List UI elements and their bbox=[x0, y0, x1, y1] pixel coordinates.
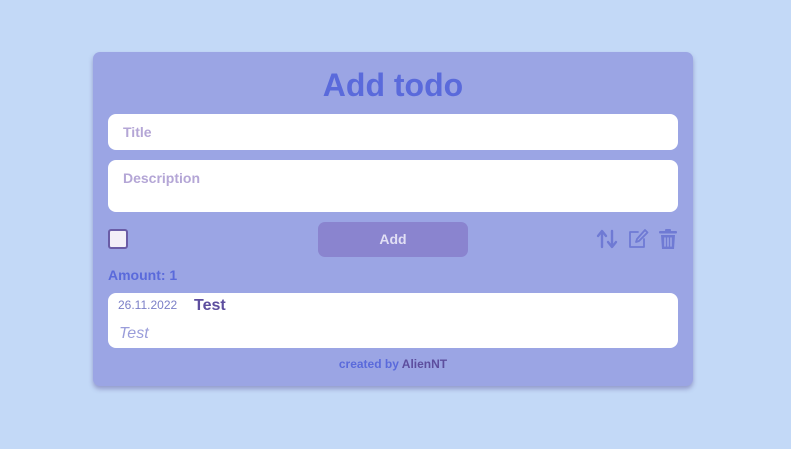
todo-description: Test bbox=[119, 325, 149, 342]
add-todo-card: Add todo Title Description Add Amount: 1… bbox=[93, 52, 693, 386]
page-title: Add todo bbox=[322, 67, 464, 103]
description-input-placeholder: Description bbox=[123, 170, 201, 186]
edit-icon[interactable] bbox=[627, 228, 649, 250]
description-input[interactable]: Description bbox=[108, 160, 678, 212]
todo-item[interactable]: 26.11.2022 Test Test bbox=[108, 293, 678, 348]
footer-author: AlienNT bbox=[401, 357, 448, 371]
footer-credit: created by AlienNT bbox=[93, 357, 693, 371]
title-input-placeholder: Title bbox=[123, 124, 152, 140]
add-button[interactable]: Add bbox=[318, 222, 468, 257]
footer-prefix: created by bbox=[338, 357, 399, 371]
todo-title: Test bbox=[194, 297, 226, 314]
amount-counter: Amount: 1 bbox=[108, 267, 178, 283]
todo-date: 26.11.2022 bbox=[118, 298, 178, 312]
trash-icon[interactable] bbox=[657, 228, 679, 250]
title-input[interactable]: Title bbox=[108, 114, 678, 150]
done-checkbox[interactable] bbox=[108, 229, 128, 249]
sort-arrows-icon[interactable] bbox=[596, 228, 618, 250]
